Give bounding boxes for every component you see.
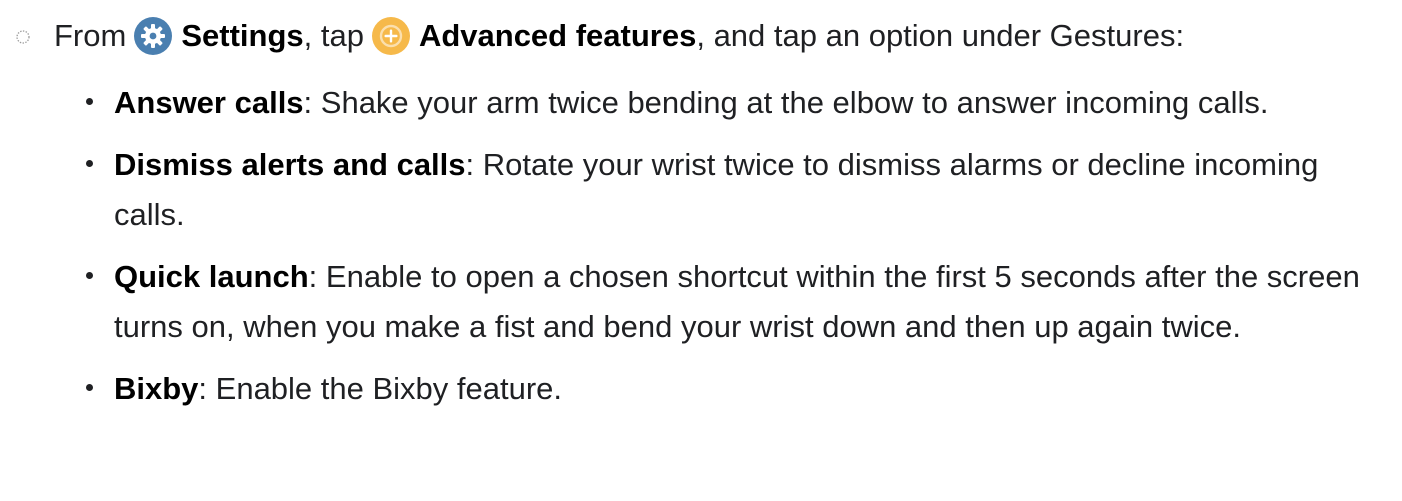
bullet-dot-icon [86,160,93,167]
step-middle-text: , tap [303,18,364,53]
option-term: Answer calls [114,85,304,120]
option-term: Dismiss alerts and calls [114,147,466,182]
option-description: : Shake your arm twice bending at the el… [303,85,1269,120]
bullet-dot-icon [86,272,93,279]
step-prefix: From [54,18,127,53]
instruction-step: From Settings , tap Advanced features , … [0,0,1402,501]
bullet-dot-icon [86,384,93,391]
step-suffix: , and tap an option under Gestures: [696,18,1185,53]
list-item: Bixby: Enable the Bixby feature. [83,364,1373,414]
option-term: Quick launch [114,259,309,294]
bullet-dot-icon [86,98,93,105]
list-item: Answer calls: Shake your arm twice bendi… [83,78,1373,128]
option-description: : Enable the Bixby feature. [198,371,563,406]
gear-icon [134,17,173,55]
list-item: Dismiss alerts and calls: Rotate your wr… [83,140,1373,240]
plus-icon [371,17,410,55]
advanced-features-label: Advanced features [418,18,697,53]
option-term: Bixby [114,371,199,406]
gesture-options-list: Answer calls: Shake your arm twice bendi… [83,78,1373,426]
step-instruction: From Settings , tap Advanced features , … [54,14,1184,58]
list-item: Quick launch: Enable to open a chosen sh… [83,252,1373,352]
settings-label: Settings [181,18,304,53]
step-circle-icon [16,30,30,44]
